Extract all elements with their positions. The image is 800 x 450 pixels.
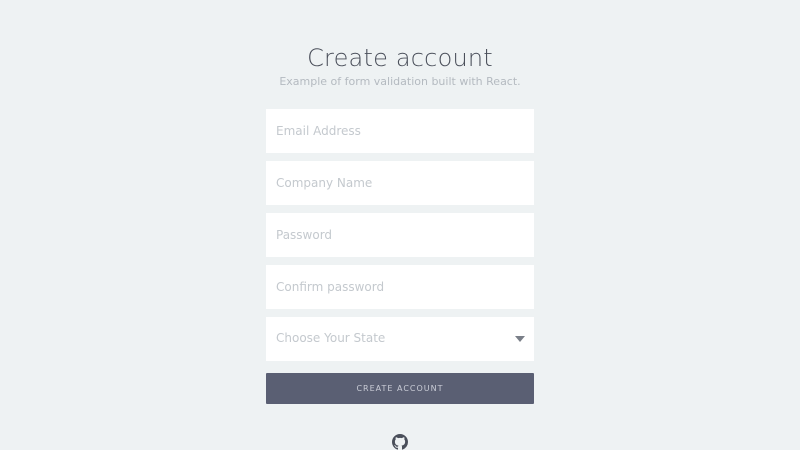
email-field[interactable] (266, 109, 534, 153)
password-field[interactable] (266, 213, 534, 257)
github-icon[interactable] (392, 434, 408, 450)
caret-down-icon (515, 336, 525, 342)
state-select-label: Choose Your State (276, 331, 386, 345)
company-name-field[interactable] (266, 161, 534, 205)
create-account-page: Create account Example of form validatio… (0, 0, 800, 450)
page-title: Create account (307, 44, 493, 72)
create-account-button[interactable]: CREATE ACCOUNT (266, 373, 534, 404)
page-subtitle: Example of form validation built with Re… (279, 75, 521, 88)
confirm-password-field[interactable] (266, 265, 534, 309)
state-select[interactable]: Choose Your State (266, 317, 534, 361)
